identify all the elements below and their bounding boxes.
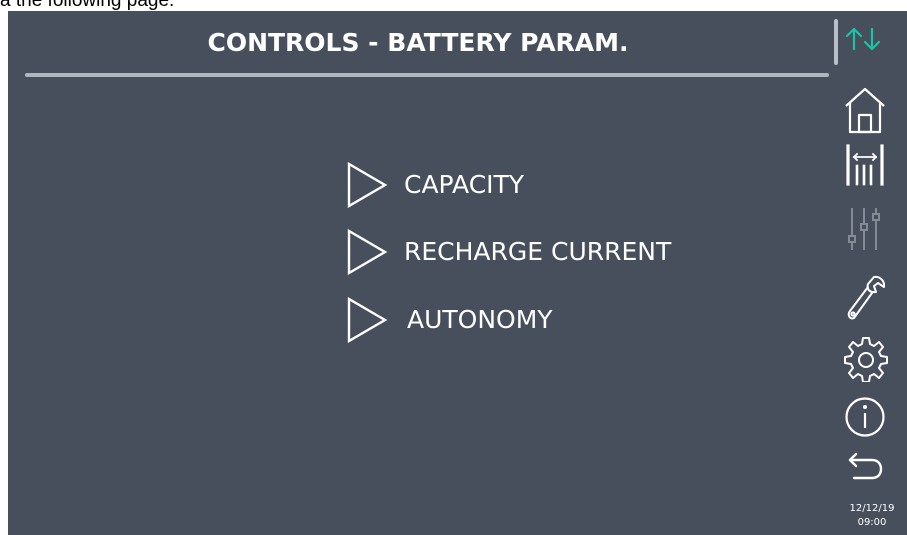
- menu-item-label: AUTONOMY: [407, 305, 553, 334]
- info-icon[interactable]: [844, 396, 886, 438]
- menu-item-capacity[interactable]: CAPACITY: [346, 162, 746, 212]
- page-caption: a the following page:: [0, 0, 175, 11]
- wrench-icon[interactable]: [844, 273, 888, 325]
- menu-item-autonomy[interactable]: AUTONOMY: [346, 297, 746, 347]
- play-arrow-icon: [347, 297, 388, 343]
- home-icon[interactable]: [844, 86, 886, 134]
- date-time-display: 12/12/19 09:00: [842, 502, 902, 530]
- title-underline: [25, 73, 829, 77]
- header-divider: [834, 19, 838, 65]
- menu-item-label: CAPACITY: [404, 170, 525, 199]
- gear-icon[interactable]: [844, 336, 888, 382]
- page-title: CONTROLS - BATTERY PARAM.: [207, 28, 629, 57]
- current-date: 12/12/19: [849, 503, 895, 514]
- current-time: 09:00: [857, 517, 887, 528]
- menu-item-recharge-current[interactable]: RECHARGE CURRENT: [346, 229, 746, 279]
- play-arrow-icon: [347, 229, 388, 275]
- measurements-icon[interactable]: [844, 144, 886, 186]
- play-arrow-icon: [347, 162, 388, 208]
- menu-item-label: RECHARGE CURRENT: [404, 237, 672, 266]
- swap-arrows-icon[interactable]: [843, 24, 883, 54]
- back-icon[interactable]: [844, 451, 886, 483]
- hmi-screen: CONTROLS - BATTERY PARAM. CAPACITY RECHA…: [8, 11, 907, 535]
- settings-sliders-icon: [848, 208, 880, 250]
